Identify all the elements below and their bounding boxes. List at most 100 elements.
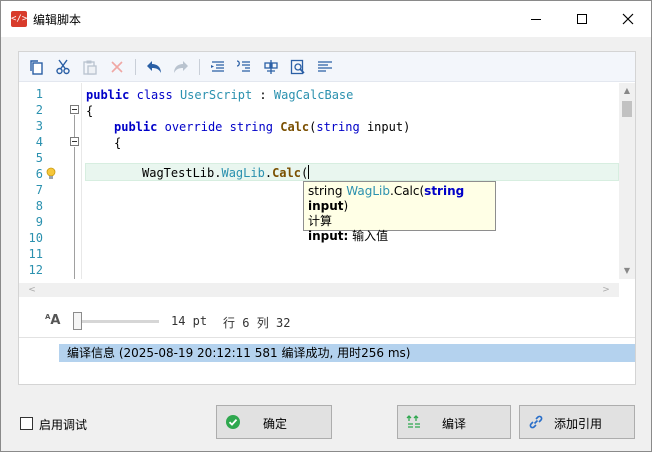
title-bar: </> 编辑脚本 — [1, 1, 651, 37]
format-button[interactable] — [260, 56, 282, 78]
font-size-slider-track[interactable] — [75, 320, 159, 323]
line-number: 9 — [35, 215, 43, 229]
vertical-scrollbar[interactable]: ▲ ▼ — [619, 83, 635, 279]
toolbar-separator — [135, 59, 136, 75]
fold-guide — [74, 115, 75, 137]
scroll-thumb[interactable] — [622, 101, 632, 117]
scroll-up-icon[interactable]: ▲ — [619, 83, 635, 99]
paste-button[interactable] — [79, 56, 101, 78]
method-name: Calc — [280, 120, 310, 134]
script-editor-window: </> 编辑脚本 1 2 3 4 5 6 7 8 9 10 11 12 publ… — [0, 0, 652, 452]
code-line-2: { — [86, 103, 93, 119]
fold-toggle[interactable] — [70, 137, 79, 146]
signature-tooltip: string WagLib.Calc(string input) 计算 inpu… — [303, 181, 496, 243]
delete-button[interactable] — [106, 56, 128, 78]
cut-icon — [56, 59, 70, 75]
fold-guide — [74, 147, 75, 279]
gutter-separator — [81, 83, 82, 279]
code-app-icon: </> — [11, 11, 27, 27]
output-message[interactable]: 编译信息 (2025-08-19 20:12:11 581 编译成功, 用时25… — [59, 344, 635, 362]
font-size-value: 14 pt — [171, 314, 208, 328]
compile-icon — [406, 415, 420, 428]
align-button[interactable] — [314, 56, 336, 78]
undo-button[interactable] — [143, 56, 165, 78]
code-punct: . — [264, 166, 273, 180]
keyword: class — [136, 88, 173, 102]
namespace-name: WagTestLib — [142, 166, 215, 180]
cursor-position: 行 6 列 32 — [223, 316, 291, 330]
method-name: Calc — [272, 166, 301, 180]
line-number: 1 — [35, 87, 43, 101]
compile-output-list[interactable]: 编译信息 (2025-08-19 20:12:11 581 编译成功, 用时25… — [19, 337, 635, 384]
scroll-left-icon[interactable]: < — [25, 283, 39, 297]
paste-icon — [83, 60, 97, 75]
line-number-gutter: 1 2 3 4 5 6 7 8 9 10 11 12 — [19, 83, 79, 279]
maximize-button[interactable] — [559, 1, 605, 37]
tooltip-signature: string WagLib.Calc(string input) — [308, 184, 465, 213]
line-number: 11 — [28, 247, 43, 261]
outdent-icon — [236, 60, 250, 72]
copy-button[interactable] — [25, 56, 47, 78]
code-punct: : — [252, 88, 274, 102]
code-punct: { — [86, 104, 94, 118]
code-line-1: public class UserScript : WagCalcBase — [86, 87, 353, 103]
redo-icon — [174, 61, 188, 73]
font-size-icon: AA — [45, 313, 61, 328]
horizontal-scrollbar[interactable]: < > — [19, 283, 619, 297]
line-number: 7 — [35, 183, 43, 197]
indent-icon — [211, 61, 224, 72]
maximize-icon — [577, 14, 587, 24]
debug-checkbox[interactable] — [20, 417, 33, 430]
line-number: 6 — [35, 167, 43, 181]
minimize-icon — [531, 18, 541, 20]
add-reference-button[interactable]: 添加引用 — [519, 405, 635, 439]
indent-button[interactable] — [207, 56, 229, 78]
keyword: override — [164, 120, 223, 134]
debug-label[interactable]: 启用调试 — [39, 416, 87, 433]
undo-icon — [147, 61, 161, 73]
code-line-3: public override string Calc(string input… — [114, 119, 410, 135]
scroll-down-icon[interactable]: ▼ — [619, 263, 635, 279]
line-number: 8 — [35, 199, 43, 213]
base-class-name: WagCalcBase — [273, 88, 354, 102]
keyword: string — [316, 120, 360, 134]
code-line-6: WagTestLib.WagLib.Calc( — [142, 165, 310, 181]
format-icon — [264, 60, 278, 74]
code-punct: { — [114, 136, 122, 150]
close-icon — [622, 13, 634, 25]
minimize-button[interactable] — [513, 1, 559, 37]
close-button[interactable] — [605, 1, 651, 37]
redo-button[interactable] — [170, 56, 192, 78]
delete-icon — [111, 61, 123, 73]
find-icon — [290, 59, 305, 75]
copy-icon — [30, 60, 43, 75]
keyword: public — [86, 88, 130, 102]
outdent-button[interactable] — [233, 56, 255, 78]
scroll-right-icon[interactable]: > — [599, 283, 613, 297]
lightbulb-icon[interactable] — [45, 167, 57, 181]
toolbar-separator — [199, 59, 200, 75]
find-button[interactable] — [287, 56, 309, 78]
compile-button[interactable]: 编译 — [397, 405, 511, 439]
tooltip-description: 计算 — [308, 214, 333, 228]
ok-button[interactable]: 确定 — [216, 405, 332, 439]
code-line-4: { — [114, 135, 121, 151]
fold-toggle[interactable] — [70, 105, 79, 114]
line-number: 2 — [35, 103, 43, 117]
text-caret — [308, 165, 310, 179]
line-number: 3 — [35, 119, 43, 133]
check-circle-icon — [226, 415, 240, 429]
link-icon — [529, 415, 543, 429]
keyword: public — [114, 120, 158, 134]
code-punct: ( — [300, 166, 309, 180]
font-size-slider-thumb[interactable] — [73, 312, 82, 330]
tooltip-param: input: 输入值 — [308, 229, 389, 243]
editor-toolbar — [19, 52, 635, 82]
cut-button[interactable] — [52, 56, 74, 78]
class-name: UserScript — [179, 88, 253, 102]
line-number: 5 — [35, 151, 43, 165]
line-number: 4 — [35, 135, 43, 149]
line-number: 12 — [28, 263, 43, 277]
keyword: string — [229, 120, 273, 134]
line-number: 10 — [28, 231, 43, 245]
